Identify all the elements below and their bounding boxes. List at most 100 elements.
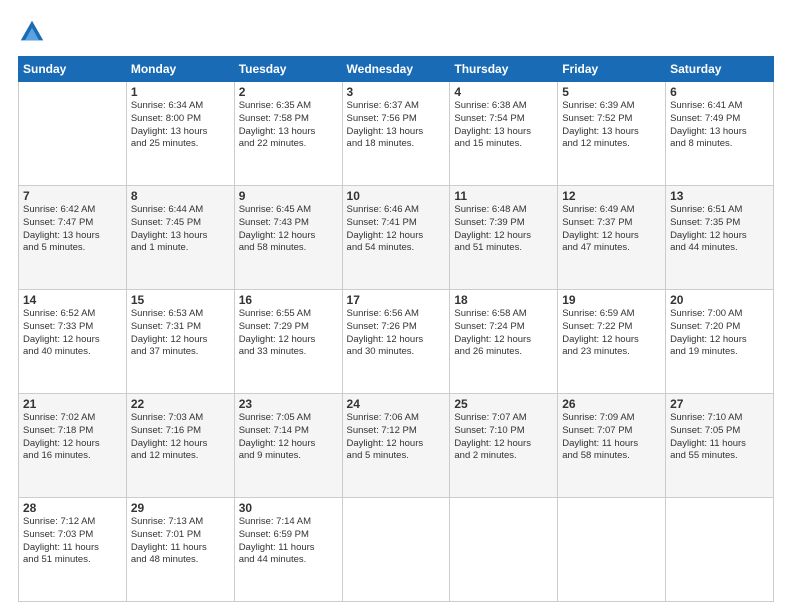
calendar-cell <box>450 498 558 602</box>
day-info: Sunrise: 7:09 AM Sunset: 7:07 PM Dayligh… <box>562 412 661 463</box>
day-number: 4 <box>454 85 553 99</box>
calendar-cell: 19Sunrise: 6:59 AM Sunset: 7:22 PM Dayli… <box>558 290 666 394</box>
day-number: 3 <box>347 85 446 99</box>
day-number: 30 <box>239 501 338 515</box>
day-number: 14 <box>23 293 122 307</box>
day-number: 21 <box>23 397 122 411</box>
calendar-cell: 27Sunrise: 7:10 AM Sunset: 7:05 PM Dayli… <box>666 394 774 498</box>
day-info: Sunrise: 6:44 AM Sunset: 7:45 PM Dayligh… <box>131 204 230 255</box>
calendar-cell: 1Sunrise: 6:34 AM Sunset: 8:00 PM Daylig… <box>126 82 234 186</box>
day-number: 8 <box>131 189 230 203</box>
day-info: Sunrise: 6:39 AM Sunset: 7:52 PM Dayligh… <box>562 100 661 151</box>
calendar-cell: 9Sunrise: 6:45 AM Sunset: 7:43 PM Daylig… <box>234 186 342 290</box>
day-info: Sunrise: 6:55 AM Sunset: 7:29 PM Dayligh… <box>239 308 338 359</box>
calendar-cell: 28Sunrise: 7:12 AM Sunset: 7:03 PM Dayli… <box>19 498 127 602</box>
day-number: 16 <box>239 293 338 307</box>
day-number: 29 <box>131 501 230 515</box>
calendar-week-row: 14Sunrise: 6:52 AM Sunset: 7:33 PM Dayli… <box>19 290 774 394</box>
day-info: Sunrise: 7:14 AM Sunset: 6:59 PM Dayligh… <box>239 516 338 567</box>
day-number: 13 <box>670 189 769 203</box>
calendar-cell: 15Sunrise: 6:53 AM Sunset: 7:31 PM Dayli… <box>126 290 234 394</box>
calendar-cell: 12Sunrise: 6:49 AM Sunset: 7:37 PM Dayli… <box>558 186 666 290</box>
calendar-cell: 30Sunrise: 7:14 AM Sunset: 6:59 PM Dayli… <box>234 498 342 602</box>
calendar-cell: 4Sunrise: 6:38 AM Sunset: 7:54 PM Daylig… <box>450 82 558 186</box>
day-info: Sunrise: 7:10 AM Sunset: 7:05 PM Dayligh… <box>670 412 769 463</box>
day-number: 15 <box>131 293 230 307</box>
calendar-cell: 6Sunrise: 6:41 AM Sunset: 7:49 PM Daylig… <box>666 82 774 186</box>
calendar-cell: 22Sunrise: 7:03 AM Sunset: 7:16 PM Dayli… <box>126 394 234 498</box>
day-number: 19 <box>562 293 661 307</box>
calendar-week-row: 7Sunrise: 6:42 AM Sunset: 7:47 PM Daylig… <box>19 186 774 290</box>
day-info: Sunrise: 7:12 AM Sunset: 7:03 PM Dayligh… <box>23 516 122 567</box>
day-number: 22 <box>131 397 230 411</box>
day-number: 9 <box>239 189 338 203</box>
day-info: Sunrise: 6:37 AM Sunset: 7:56 PM Dayligh… <box>347 100 446 151</box>
day-info: Sunrise: 6:42 AM Sunset: 7:47 PM Dayligh… <box>23 204 122 255</box>
calendar-cell: 2Sunrise: 6:35 AM Sunset: 7:58 PM Daylig… <box>234 82 342 186</box>
day-number: 23 <box>239 397 338 411</box>
calendar-cell: 7Sunrise: 6:42 AM Sunset: 7:47 PM Daylig… <box>19 186 127 290</box>
calendar-week-row: 28Sunrise: 7:12 AM Sunset: 7:03 PM Dayli… <box>19 498 774 602</box>
day-number: 10 <box>347 189 446 203</box>
calendar-cell: 11Sunrise: 6:48 AM Sunset: 7:39 PM Dayli… <box>450 186 558 290</box>
day-info: Sunrise: 6:59 AM Sunset: 7:22 PM Dayligh… <box>562 308 661 359</box>
calendar-cell: 17Sunrise: 6:56 AM Sunset: 7:26 PM Dayli… <box>342 290 450 394</box>
calendar-cell <box>342 498 450 602</box>
day-number: 26 <box>562 397 661 411</box>
logo <box>18 18 50 46</box>
weekday-header: Monday <box>126 57 234 82</box>
day-number: 20 <box>670 293 769 307</box>
calendar-cell: 26Sunrise: 7:09 AM Sunset: 7:07 PM Dayli… <box>558 394 666 498</box>
calendar-cell: 21Sunrise: 7:02 AM Sunset: 7:18 PM Dayli… <box>19 394 127 498</box>
weekday-header: Saturday <box>666 57 774 82</box>
day-number: 1 <box>131 85 230 99</box>
day-info: Sunrise: 6:38 AM Sunset: 7:54 PM Dayligh… <box>454 100 553 151</box>
day-info: Sunrise: 7:02 AM Sunset: 7:18 PM Dayligh… <box>23 412 122 463</box>
day-info: Sunrise: 7:13 AM Sunset: 7:01 PM Dayligh… <box>131 516 230 567</box>
day-number: 7 <box>23 189 122 203</box>
day-info: Sunrise: 6:52 AM Sunset: 7:33 PM Dayligh… <box>23 308 122 359</box>
calendar-cell: 3Sunrise: 6:37 AM Sunset: 7:56 PM Daylig… <box>342 82 450 186</box>
calendar-table: SundayMondayTuesdayWednesdayThursdayFrid… <box>18 56 774 602</box>
day-number: 5 <box>562 85 661 99</box>
logo-icon <box>18 18 46 46</box>
day-info: Sunrise: 6:45 AM Sunset: 7:43 PM Dayligh… <box>239 204 338 255</box>
calendar-week-row: 1Sunrise: 6:34 AM Sunset: 8:00 PM Daylig… <box>19 82 774 186</box>
day-number: 28 <box>23 501 122 515</box>
day-number: 12 <box>562 189 661 203</box>
day-number: 27 <box>670 397 769 411</box>
header <box>18 18 774 46</box>
day-info: Sunrise: 7:00 AM Sunset: 7:20 PM Dayligh… <box>670 308 769 359</box>
day-info: Sunrise: 6:35 AM Sunset: 7:58 PM Dayligh… <box>239 100 338 151</box>
day-number: 18 <box>454 293 553 307</box>
calendar-cell: 8Sunrise: 6:44 AM Sunset: 7:45 PM Daylig… <box>126 186 234 290</box>
day-info: Sunrise: 6:48 AM Sunset: 7:39 PM Dayligh… <box>454 204 553 255</box>
day-number: 6 <box>670 85 769 99</box>
weekday-header: Thursday <box>450 57 558 82</box>
page: SundayMondayTuesdayWednesdayThursdayFrid… <box>0 0 792 612</box>
day-info: Sunrise: 6:46 AM Sunset: 7:41 PM Dayligh… <box>347 204 446 255</box>
weekday-header: Sunday <box>19 57 127 82</box>
calendar-cell: 20Sunrise: 7:00 AM Sunset: 7:20 PM Dayli… <box>666 290 774 394</box>
day-info: Sunrise: 6:58 AM Sunset: 7:24 PM Dayligh… <box>454 308 553 359</box>
calendar-cell <box>19 82 127 186</box>
day-info: Sunrise: 6:56 AM Sunset: 7:26 PM Dayligh… <box>347 308 446 359</box>
calendar-cell <box>666 498 774 602</box>
weekday-header: Wednesday <box>342 57 450 82</box>
calendar-cell: 14Sunrise: 6:52 AM Sunset: 7:33 PM Dayli… <box>19 290 127 394</box>
day-number: 24 <box>347 397 446 411</box>
calendar-cell: 13Sunrise: 6:51 AM Sunset: 7:35 PM Dayli… <box>666 186 774 290</box>
day-info: Sunrise: 6:49 AM Sunset: 7:37 PM Dayligh… <box>562 204 661 255</box>
day-info: Sunrise: 7:03 AM Sunset: 7:16 PM Dayligh… <box>131 412 230 463</box>
calendar-cell: 18Sunrise: 6:58 AM Sunset: 7:24 PM Dayli… <box>450 290 558 394</box>
calendar-cell: 29Sunrise: 7:13 AM Sunset: 7:01 PM Dayli… <box>126 498 234 602</box>
calendar-cell: 23Sunrise: 7:05 AM Sunset: 7:14 PM Dayli… <box>234 394 342 498</box>
day-number: 11 <box>454 189 553 203</box>
calendar-cell: 25Sunrise: 7:07 AM Sunset: 7:10 PM Dayli… <box>450 394 558 498</box>
weekday-header: Tuesday <box>234 57 342 82</box>
calendar-cell: 10Sunrise: 6:46 AM Sunset: 7:41 PM Dayli… <box>342 186 450 290</box>
day-info: Sunrise: 7:07 AM Sunset: 7:10 PM Dayligh… <box>454 412 553 463</box>
calendar-header-row: SundayMondayTuesdayWednesdayThursdayFrid… <box>19 57 774 82</box>
weekday-header: Friday <box>558 57 666 82</box>
day-info: Sunrise: 7:05 AM Sunset: 7:14 PM Dayligh… <box>239 412 338 463</box>
